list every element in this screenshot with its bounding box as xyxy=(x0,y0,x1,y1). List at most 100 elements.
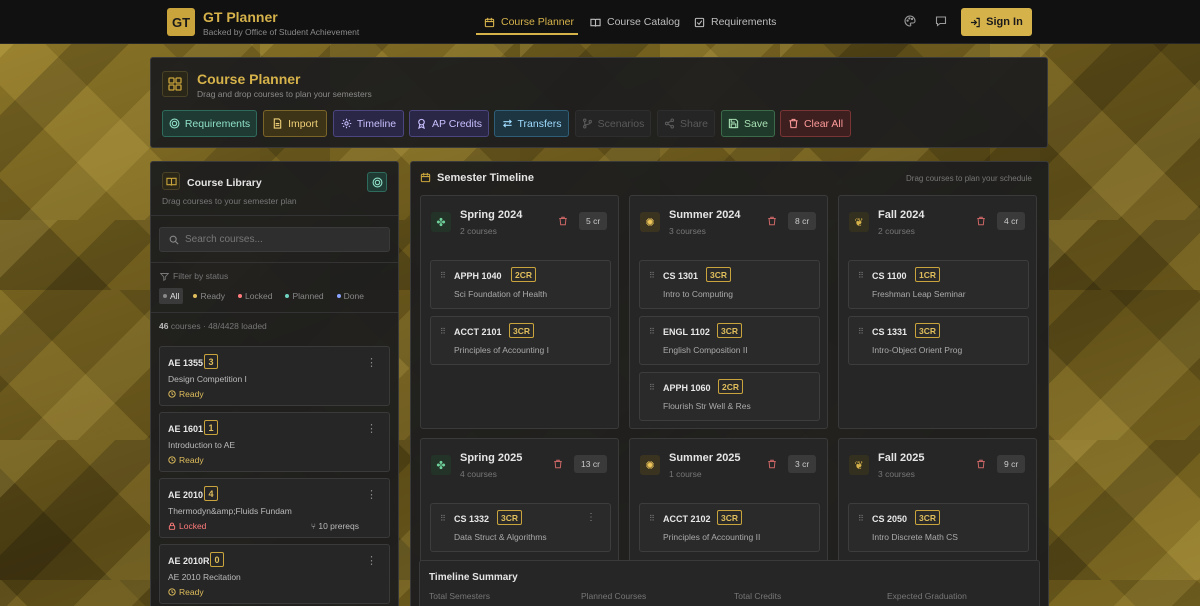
nav-course-catalog[interactable]: Course Catalog xyxy=(590,0,680,44)
timeline-summary-title: Timeline Summary xyxy=(429,572,518,583)
planned-course-card[interactable]: ⠿ ACCT 2102 3CR Principles of Accounting… xyxy=(639,503,820,552)
clear-all-label: Clear All xyxy=(803,117,844,130)
semester-course-count: 4 courses xyxy=(460,469,497,479)
target-icon xyxy=(169,118,180,129)
nav-requirements[interactable]: Requirements xyxy=(694,0,776,44)
summary-label-courses: Planned Courses xyxy=(581,591,647,601)
save-icon xyxy=(728,118,739,129)
course-card[interactable]: AE 2010 4 ⋮ Thermodyn&amp;Fluids Fundam … xyxy=(159,478,390,538)
credit-badge: 3CR xyxy=(915,510,941,525)
delete-semester-button[interactable] xyxy=(548,455,568,473)
search-bar[interactable] xyxy=(159,227,390,252)
semester-name: Fall 2025 xyxy=(878,452,925,464)
drag-handle-icon[interactable]: ⠿ xyxy=(649,383,655,392)
status-ready: Ready xyxy=(168,455,204,465)
ap-credits-button[interactable]: AP Credits xyxy=(409,110,489,137)
planned-course-card[interactable]: ⠿ APPH 1040 2CR Sci Foundation of Health xyxy=(430,260,611,309)
delete-semester-button[interactable] xyxy=(762,455,782,473)
semester-timeline-title: Semester Timeline xyxy=(437,172,535,184)
course-card[interactable]: AE 1601 1 ⋮ Introduction to AE Ready xyxy=(159,412,390,472)
more-options-icon[interactable]: ⋮ xyxy=(366,356,377,369)
semester-column[interactable]: ❦ Fall 2025 3 courses 9 cr ⠿ CS 2050 3CR… xyxy=(838,438,1037,566)
drag-handle-icon[interactable]: ⠿ xyxy=(440,514,446,523)
nav-active-indicator xyxy=(476,33,578,35)
chat-icon[interactable] xyxy=(935,15,947,27)
more-options-icon[interactable]: ⋮ xyxy=(366,422,377,435)
import-button[interactable]: Import xyxy=(263,110,327,137)
course-name: English Composition II xyxy=(663,345,748,355)
app-logo[interactable]: GT xyxy=(167,8,195,36)
filter-chip-locked[interactable]: Locked xyxy=(235,288,275,304)
course-name: Intro to Computing xyxy=(663,289,733,299)
more-options-icon[interactable]: ⋮ xyxy=(586,512,596,523)
clear-all-button[interactable]: Clear All xyxy=(780,110,851,137)
filter-chip-planned[interactable]: Planned xyxy=(282,288,326,304)
drag-handle-icon[interactable]: ⠿ xyxy=(649,271,655,280)
requirements-button[interactable]: Requirements xyxy=(162,110,257,137)
semester-column[interactable]: ✺ Summer 2025 1 course 3 cr ⠿ ACCT 2102 … xyxy=(629,438,828,566)
delete-semester-button[interactable] xyxy=(762,212,782,230)
trash-icon xyxy=(768,216,776,226)
transfers-button[interactable]: Transfers xyxy=(494,110,569,137)
top-navbar: GT GT Planner Backed by Office of Studen… xyxy=(0,0,1200,44)
share-button[interactable]: Share xyxy=(657,110,715,137)
drag-handle-icon[interactable]: ⠿ xyxy=(649,514,655,523)
drag-handle-icon[interactable]: ⠿ xyxy=(858,327,864,336)
filter-chip-all[interactable]: All xyxy=(159,288,184,304)
semester-name: Spring 2025 xyxy=(460,452,523,464)
search-input[interactable] xyxy=(185,234,375,245)
delete-semester-button[interactable] xyxy=(553,212,573,230)
planned-course-card[interactable]: ⠿ APPH 1060 2CR Flourish Str Well & Res xyxy=(639,372,820,421)
save-button[interactable]: Save xyxy=(721,110,775,137)
drag-handle-icon[interactable]: ⠿ xyxy=(858,271,864,280)
semester-column[interactable]: ✤ Spring 2025 4 courses 13 cr ⠿ CS 1332 … xyxy=(420,438,619,566)
timeline-button[interactable]: Timeline xyxy=(333,110,404,137)
semester-column[interactable]: ❦ Fall 2024 2 courses 4 cr ⠿ CS 1100 1CR… xyxy=(838,195,1037,429)
course-code: AE 2010 xyxy=(168,490,204,500)
library-divider xyxy=(151,312,398,313)
planned-course-card[interactable]: ⠿ CS 1332 3CR ⋮ Data Struct & Algorithms xyxy=(430,503,611,552)
more-options-icon[interactable]: ⋮ xyxy=(366,554,377,567)
course-name: Principles of Accounting I xyxy=(454,345,549,355)
planned-course-card[interactable]: ⠿ ENGL 1102 3CR English Composition II xyxy=(639,316,820,365)
drag-handle-icon[interactable]: ⠿ xyxy=(440,327,446,336)
planned-course-card[interactable]: ⠿ CS 1301 3CR Intro to Computing xyxy=(639,260,820,309)
course-card[interactable]: AE 1355 3 ⋮ Design Competition I Ready xyxy=(159,346,390,406)
drag-handle-icon[interactable]: ⠿ xyxy=(858,514,864,523)
course-name: AE 2010 Recitation xyxy=(168,572,241,582)
course-code: CS 1331 xyxy=(872,327,908,337)
lock-icon xyxy=(168,522,176,530)
credit-badge: 0 xyxy=(210,552,224,567)
course-code: AE 2010R xyxy=(168,556,210,566)
credit-badge: 3 xyxy=(204,354,218,369)
filter-chip-ready[interactable]: Ready xyxy=(190,288,228,304)
drag-handle-icon[interactable]: ⠿ xyxy=(440,271,446,280)
more-options-icon[interactable]: ⋮ xyxy=(366,488,377,501)
page-subtitle: Drag and drop courses to plan your semes… xyxy=(197,89,372,99)
leaf-icon: ❦ xyxy=(849,455,869,475)
semester-column[interactable]: ✤ Spring 2024 2 courses 5 cr ⠿ APPH 1040… xyxy=(420,195,619,429)
library-requirements-button[interactable] xyxy=(367,172,387,192)
delete-semester-button[interactable] xyxy=(971,212,991,230)
course-card[interactable]: AE 2010R 0 ⋮ AE 2010 Recitation Ready xyxy=(159,544,390,604)
planned-course-card[interactable]: ⠿ CS 1331 3CR Intro-Object Orient Prog xyxy=(848,316,1029,365)
filter-label-text: Filter by status xyxy=(173,271,229,281)
scenarios-button[interactable]: Scenarios xyxy=(575,110,651,137)
planned-course-card[interactable]: ⠿ ACCT 2101 3CR Principles of Accounting… xyxy=(430,316,611,365)
planned-course-card[interactable]: ⠿ CS 2050 3CR Intro Discrete Math CS xyxy=(848,503,1029,552)
credit-badge: 1CR xyxy=(915,267,941,282)
nav-course-planner[interactable]: Course Planner xyxy=(484,0,574,44)
planned-course-card[interactable]: ⠿ CS 1100 1CR Freshman Leap Seminar xyxy=(848,260,1029,309)
credit-badge: 2CR xyxy=(511,267,537,282)
nav-label: Course Planner xyxy=(501,16,574,28)
filter-chip-done[interactable]: Done xyxy=(334,288,367,304)
semester-credits: 9 cr xyxy=(997,455,1026,473)
semester-column[interactable]: ✺ Summer 2024 3 courses 8 cr ⠿ CS 1301 3… xyxy=(629,195,828,429)
nav-label: Requirements xyxy=(711,16,777,28)
delete-semester-button[interactable] xyxy=(971,455,991,473)
drag-handle-icon[interactable]: ⠿ xyxy=(649,327,655,336)
course-code: ACCT 2102 xyxy=(663,514,711,524)
palette-icon[interactable] xyxy=(904,15,916,27)
status-dot xyxy=(163,294,167,298)
sign-in-button[interactable]: Sign In xyxy=(961,8,1032,36)
